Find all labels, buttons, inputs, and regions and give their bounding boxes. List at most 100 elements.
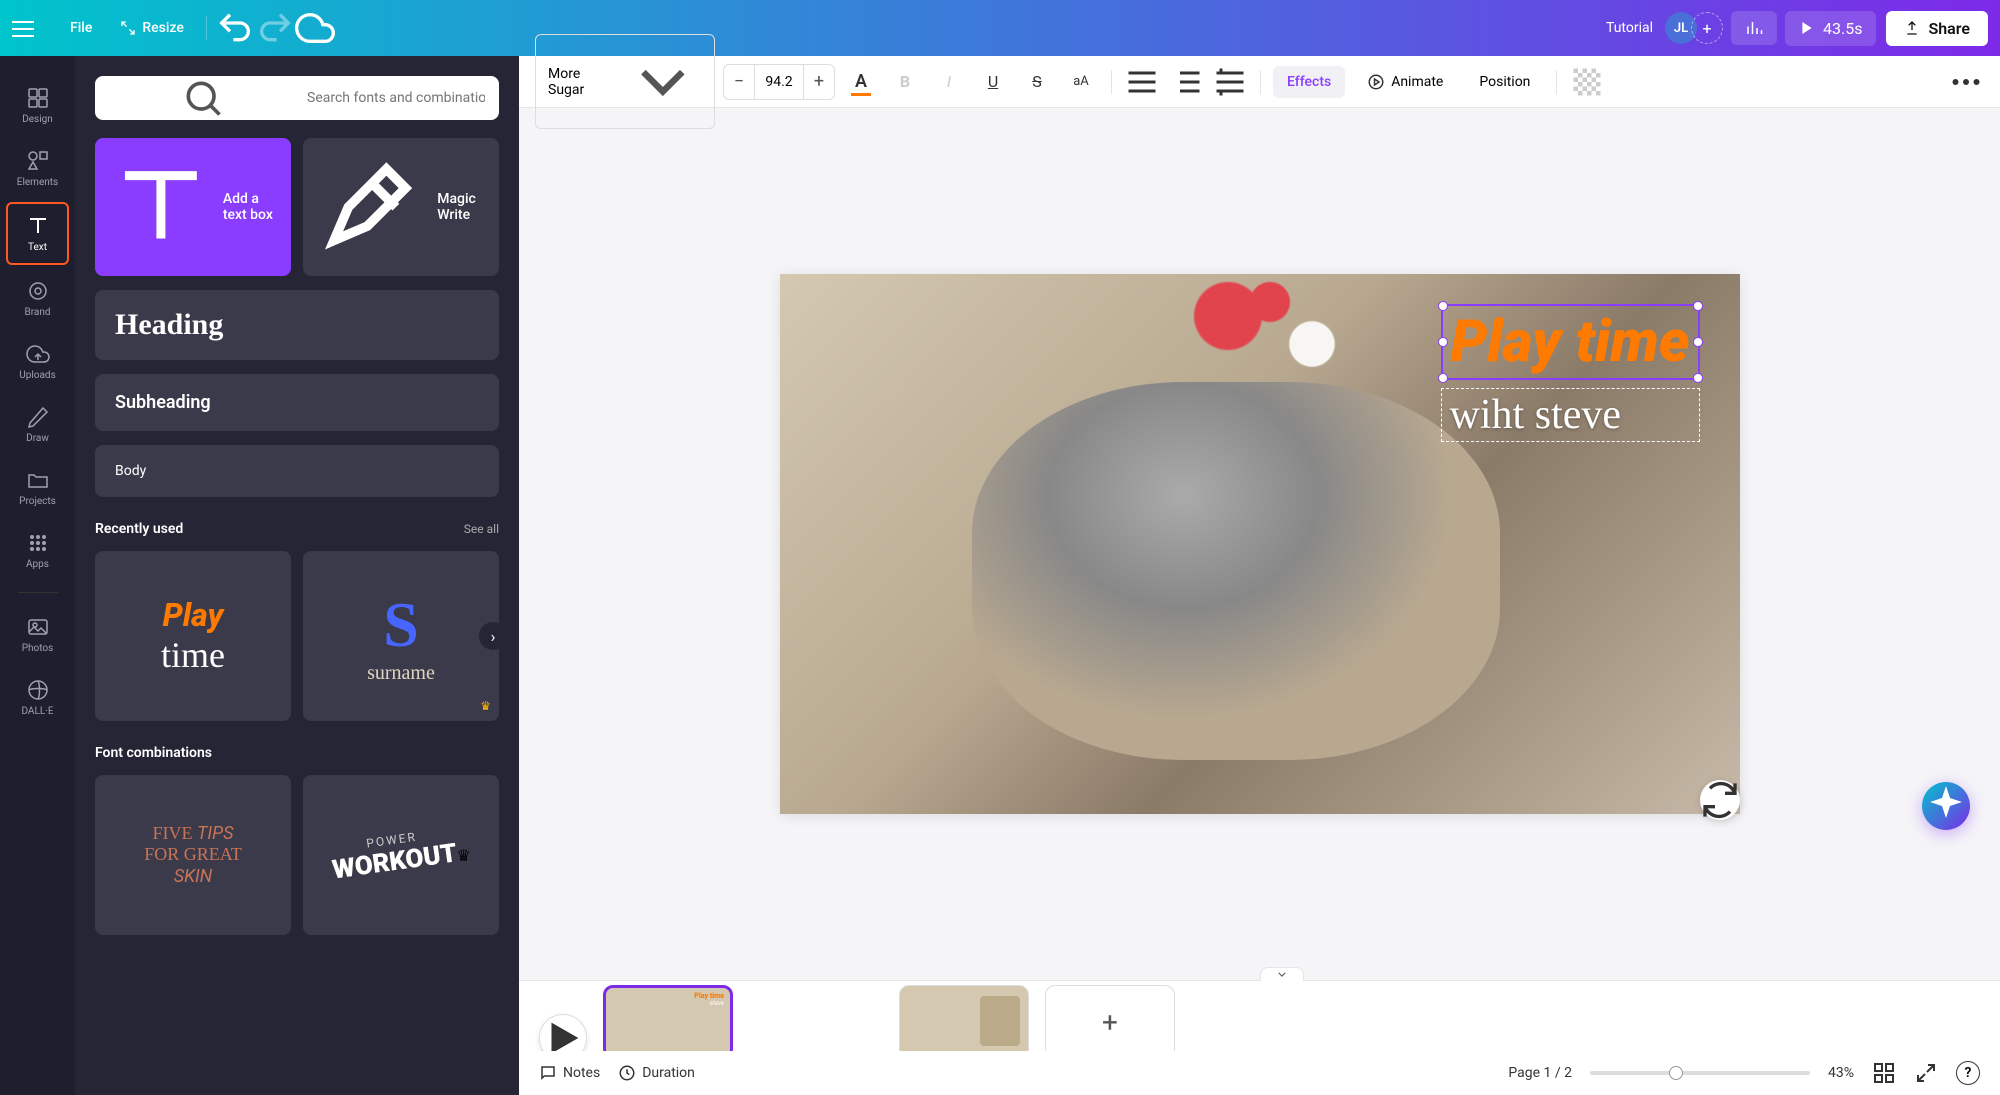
add-text-box-button[interactable]: Add a text box xyxy=(95,138,291,276)
footer-bar: Notes Duration Page 1 / 2 43% ? xyxy=(519,1051,2000,1095)
font-combo-2[interactable]: POWER WORKOUT ♛ xyxy=(303,775,499,935)
canvas-viewport[interactable]: Play time wiht steve xyxy=(519,108,2000,980)
position-button[interactable]: Position xyxy=(1465,66,1544,98)
apps-icon xyxy=(26,531,50,555)
sidenav-draw[interactable]: Draw xyxy=(0,393,75,456)
more-options-button[interactable] xyxy=(1948,64,1984,100)
help-button[interactable]: ? xyxy=(1956,1061,1980,1085)
photos-icon xyxy=(26,615,50,639)
heading-style[interactable]: Heading xyxy=(95,290,499,360)
text-add-icon xyxy=(107,150,215,264)
font-combo-1[interactable]: FIVE TIPSFOR GREATSKIN xyxy=(95,775,291,935)
hamburger-menu[interactable] xyxy=(12,16,36,40)
collapse-timeline-button[interactable] xyxy=(1260,967,1304,981)
wiht-steve-text[interactable]: wiht steve xyxy=(1441,388,1700,442)
case-button[interactable]: aA xyxy=(1063,64,1099,100)
clock-icon xyxy=(618,1064,636,1082)
grid-view-button[interactable] xyxy=(1872,1061,1896,1085)
add-collaborator-button[interactable]: + xyxy=(1691,12,1723,44)
underline-button[interactable]: U xyxy=(975,64,1011,100)
zoom-percentage[interactable]: 43% xyxy=(1828,1065,1854,1081)
sidenav-photos[interactable]: Photos xyxy=(0,603,75,666)
magic-write-button[interactable]: Magic Write xyxy=(303,138,499,276)
sidenav-text[interactable]: Text xyxy=(6,202,69,265)
increase-size-button[interactable]: + xyxy=(804,65,834,99)
play-time-text[interactable]: Play time xyxy=(1441,304,1700,380)
list-icon xyxy=(1168,64,1204,100)
cloud-sync-button[interactable] xyxy=(295,8,335,48)
sidenav-design[interactable]: Design xyxy=(0,74,75,137)
notes-button[interactable]: Notes xyxy=(539,1064,600,1082)
effects-button[interactable]: Effects xyxy=(1273,66,1345,98)
zoom-knob[interactable] xyxy=(1669,1066,1683,1080)
sparkle-icon xyxy=(1922,782,1970,830)
sidenav-brand[interactable]: Brand xyxy=(0,267,75,330)
sidenav-elements[interactable]: Elements xyxy=(0,137,75,200)
search-input[interactable] xyxy=(307,90,485,106)
decrease-size-button[interactable]: − xyxy=(724,65,754,99)
sidenav-uploads[interactable]: Uploads xyxy=(0,330,75,393)
magic-icon xyxy=(315,150,429,264)
sidenav-dalle[interactable]: DALL·E xyxy=(0,666,75,729)
see-all-link[interactable]: See all xyxy=(464,522,499,536)
page-indicator: Page 1 / 2 xyxy=(1508,1065,1572,1081)
list-button[interactable] xyxy=(1168,64,1204,100)
selection-handle[interactable] xyxy=(1438,373,1448,383)
text-color-button[interactable]: A xyxy=(843,64,879,100)
sidenav-apps[interactable]: Apps xyxy=(0,519,75,582)
font-combinations-header: Font combinations xyxy=(95,745,212,761)
body-style[interactable]: Body xyxy=(95,445,499,497)
present-button[interactable]: 43.5s xyxy=(1785,11,1876,46)
insights-button[interactable] xyxy=(1731,11,1777,45)
subheading-style[interactable]: Subheading xyxy=(95,374,499,431)
sidenav-projects[interactable]: Projects xyxy=(0,456,75,519)
undo-icon xyxy=(215,8,255,48)
selection-handle[interactable] xyxy=(1693,301,1703,311)
resize-button[interactable]: Resize xyxy=(106,12,198,44)
fullscreen-button[interactable] xyxy=(1914,1061,1938,1085)
chevron-down-icon xyxy=(1261,968,1303,981)
sync-button[interactable] xyxy=(1700,780,1740,820)
resize-icon xyxy=(120,20,136,36)
font-size-input[interactable] xyxy=(754,65,804,99)
expand-icon xyxy=(1914,1061,1938,1085)
selection-handle[interactable] xyxy=(1693,337,1703,347)
share-button[interactable]: Share xyxy=(1886,11,1988,46)
elements-icon xyxy=(26,149,50,173)
transparency-button[interactable] xyxy=(1569,64,1605,100)
play-icon xyxy=(1799,20,1815,36)
strikethrough-button[interactable]: S xyxy=(1019,64,1055,100)
document-title[interactable]: Tutorial xyxy=(1606,20,1653,36)
search-box[interactable] xyxy=(95,76,499,120)
canvas[interactable]: Play time wiht steve xyxy=(780,274,1740,814)
animate-button[interactable]: Animate xyxy=(1353,65,1457,99)
redo-button[interactable] xyxy=(255,8,295,48)
selection-handle[interactable] xyxy=(1438,337,1448,347)
next-templates-button[interactable]: › xyxy=(479,622,507,650)
ai-assistant-button[interactable] xyxy=(1922,782,1970,830)
notes-icon xyxy=(539,1064,557,1082)
recent-template-2[interactable]: S surname ♛ xyxy=(303,551,499,721)
alignment-button[interactable] xyxy=(1124,64,1160,100)
text-icon xyxy=(26,214,50,238)
animate-icon xyxy=(1367,73,1385,91)
italic-button[interactable]: I xyxy=(931,64,967,100)
undo-button[interactable] xyxy=(215,8,255,48)
design-icon xyxy=(26,86,50,110)
spacing-button[interactable] xyxy=(1212,64,1248,100)
recent-template-1[interactable]: Play time xyxy=(95,551,291,721)
file-menu[interactable]: File xyxy=(56,12,106,44)
thumb-play-text: Play xyxy=(163,596,224,634)
duration-button[interactable]: Duration xyxy=(618,1064,695,1082)
spacing-icon xyxy=(1212,64,1248,100)
side-navigation: Design Elements Text Brand Uploads Draw … xyxy=(0,56,75,1095)
font-size-control: − + xyxy=(723,64,835,100)
selection-handle[interactable] xyxy=(1693,373,1703,383)
add-page-button[interactable]: + xyxy=(1045,985,1175,1059)
transparency-icon xyxy=(1569,64,1605,100)
share-icon xyxy=(1904,20,1920,36)
mini-steve-text: steve xyxy=(710,1000,724,1007)
bold-button[interactable]: B xyxy=(887,64,923,100)
selection-handle[interactable] xyxy=(1438,301,1448,311)
zoom-slider[interactable] xyxy=(1590,1071,1810,1075)
